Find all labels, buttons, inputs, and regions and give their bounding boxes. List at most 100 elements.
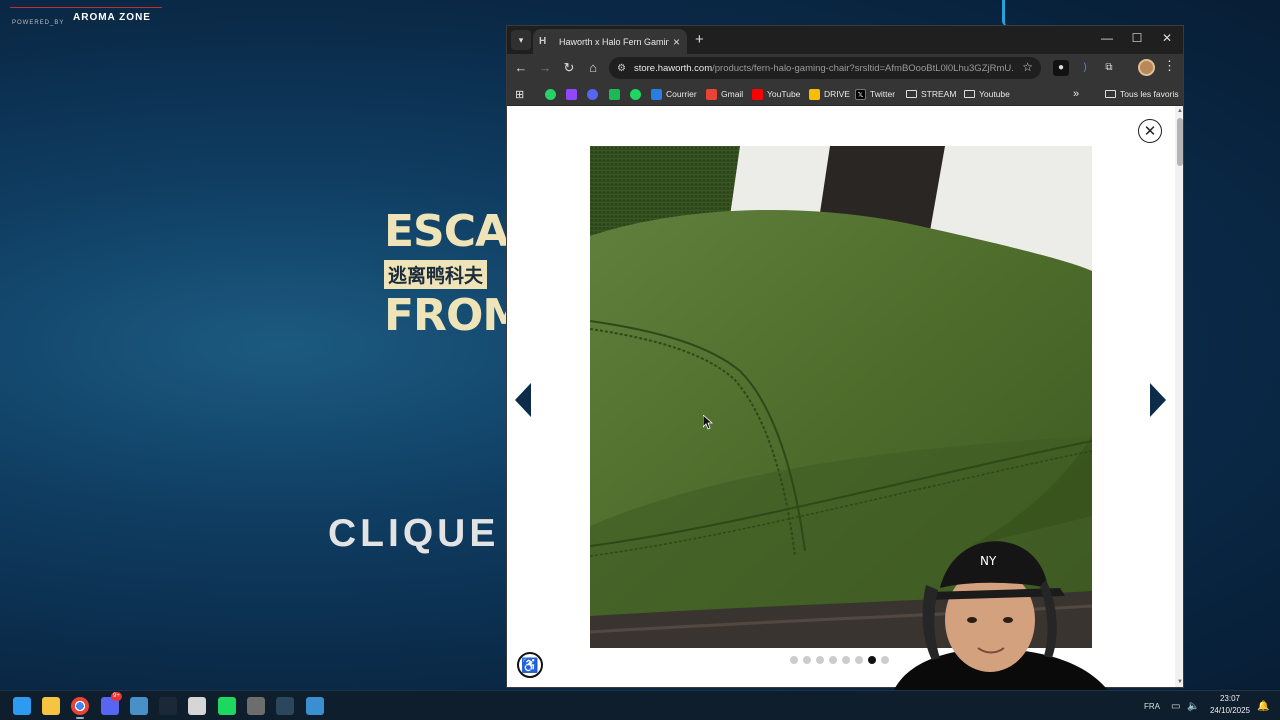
drive-icon	[809, 88, 820, 100]
folder-icon	[964, 90, 975, 98]
gallery-dot[interactable]	[842, 656, 850, 664]
folder-icon	[906, 90, 917, 98]
gmail-icon	[706, 88, 717, 100]
extension-1-icon[interactable]: ●	[1053, 60, 1069, 76]
calculator-icon[interactable]	[130, 697, 148, 715]
tab-haworth[interactable]: H Haworth x Halo Fern Gaming C ×	[533, 29, 687, 54]
language-indicator[interactable]: FRA	[1144, 691, 1160, 720]
bookmark-discord[interactable]	[587, 86, 602, 102]
steam-icon-2[interactable]	[276, 697, 294, 715]
tab-favicon-icon: H	[539, 36, 547, 47]
profile-avatar[interactable]	[1138, 59, 1155, 76]
site-info-icon[interactable]: ⚙	[617, 63, 626, 74]
bookmark-whatsapp[interactable]	[545, 86, 560, 102]
window-close-button[interactable]: ✕	[1157, 31, 1177, 45]
bookmark-twitter-label: Twitter	[870, 89, 896, 99]
bookmark-drive-label: DRIVE	[824, 89, 850, 99]
spotify-icon	[630, 88, 641, 100]
chevron-down-icon: ▾	[518, 34, 524, 45]
bookmark-drive[interactable]: DRIVE	[809, 86, 850, 102]
twitch-icon	[566, 88, 577, 100]
close-icon: ✕	[1143, 123, 1157, 140]
bookmark-folder-youtube[interactable]: Youtube	[964, 86, 1010, 102]
bookmarks-overflow-button[interactable]: »	[1073, 86, 1079, 102]
system-clock[interactable]: 23:07 24/10/2025	[1206, 693, 1254, 717]
sponsor-divider	[10, 7, 162, 8]
forward-button[interactable]: →	[536, 59, 554, 77]
bookmark-youtube[interactable]: YouTube	[752, 86, 800, 102]
tab-search-button[interactable]: ▾	[511, 30, 531, 50]
webcam-overlay: NY	[860, 530, 1125, 700]
scroll-down-arrow-icon[interactable]: ▼	[1176, 679, 1183, 685]
new-tab-button[interactable]: +	[695, 31, 704, 48]
x-icon: 𝕏	[855, 88, 866, 100]
windows-taskbar: 9+ FRA ▭ 🔈 23:07 24/10/2025 🔔	[0, 690, 1280, 720]
maximize-button[interactable]: ☐	[1127, 31, 1147, 45]
scrollbar-thumb[interactable]	[1177, 118, 1183, 166]
file-explorer-icon[interactable]	[42, 697, 60, 715]
close-modal-button[interactable]: ✕	[1138, 119, 1162, 143]
windows-start-icon[interactable]	[13, 697, 31, 715]
spotify-icon[interactable]	[218, 697, 236, 715]
sponsor-banner: POWERED_BY AROMA ZONE	[0, 4, 165, 30]
back-button[interactable]: ←	[512, 59, 530, 77]
tab-close-icon[interactable]: ×	[673, 35, 680, 49]
bookmark-gmail-label: Gmail	[721, 89, 744, 99]
bookmark-gmail[interactable]: Gmail	[706, 86, 743, 102]
url-text[interactable]: store.haworth.com/products/fern-halo-gam…	[634, 63, 1014, 74]
bookmark-youtube-label: YouTube	[767, 89, 801, 99]
bookmark-app[interactable]	[609, 86, 624, 102]
tab-strip: ▾ H Haworth x Halo Fern Gaming C × + — ☐…	[507, 26, 1183, 54]
mouse-cursor-icon	[703, 415, 713, 430]
bookmark-twitter[interactable]: 𝕏 Twitter	[855, 86, 895, 102]
gallery-dot[interactable]	[790, 656, 798, 664]
bookmark-star-icon[interactable]: ☆	[1022, 60, 1033, 74]
sponsor-powered-by: POWERED_BY	[12, 20, 65, 26]
browser-menu-icon[interactable]: ⋮	[1163, 58, 1176, 74]
clock-date: 24/10/2025	[1209, 706, 1251, 715]
bookmark-spotify[interactable]	[630, 86, 645, 102]
whatsapp-icon	[545, 88, 556, 100]
bookmarks-bar: ⊞ Courrier Gmail YouTube DRIVE 𝕏 Twitter …	[507, 82, 1183, 106]
extensions-puzzle-icon[interactable]: ⧉	[1101, 60, 1117, 76]
discord-icon	[587, 88, 598, 100]
home-button[interactable]: ⌂	[584, 59, 602, 77]
volume-icon[interactable]: 🔈	[1187, 691, 1199, 720]
apps-grid-icon[interactable]: ⊞	[515, 86, 524, 102]
bookmark-courrier[interactable]: Courrier	[651, 86, 697, 102]
bookmark-twitch[interactable]	[566, 86, 581, 102]
game-icon[interactable]	[306, 697, 324, 715]
svg-text:NY: NY	[980, 554, 997, 568]
sponsor-brand: AROMA ZONE	[73, 12, 151, 23]
steam-icon[interactable]	[159, 697, 177, 715]
previous-image-button[interactable]	[515, 383, 531, 417]
chrome-icon[interactable]	[71, 697, 89, 715]
gallery-dot[interactable]	[803, 656, 811, 664]
mail-icon	[651, 88, 662, 100]
game-title-line2: 逃离鸭科夫	[384, 260, 488, 289]
all-bookmarks-button[interactable]: Tous les favoris	[1105, 86, 1179, 102]
game-title-line1: ESCAPE	[384, 206, 506, 257]
minimize-button[interactable]: —	[1097, 31, 1117, 45]
page-scrollbar[interactable]: ▲ ▼	[1175, 106, 1183, 687]
obs-icon[interactable]	[247, 697, 265, 715]
extension-2-icon[interactable]: )	[1077, 60, 1093, 76]
next-image-button[interactable]	[1150, 383, 1166, 417]
url-path: /products/fern-halo-gaming-chair?srsltid…	[712, 62, 1014, 74]
accessibility-button[interactable]: ♿	[517, 652, 543, 678]
folder-icon	[1105, 90, 1116, 98]
top-accent-decoration	[1002, 0, 1012, 26]
all-bookmarks-label: Tous les favoris	[1120, 89, 1179, 99]
network-icon[interactable]: ▭	[1171, 691, 1180, 720]
gallery-dot[interactable]	[829, 656, 837, 664]
notification-icon[interactable]: 🔔	[1257, 691, 1269, 720]
address-bar[interactable]: ⚙ store.haworth.com/products/fern-halo-g…	[609, 57, 1041, 79]
reload-button[interactable]: ↻	[560, 59, 578, 77]
notepad-icon[interactable]	[188, 697, 206, 715]
scroll-up-arrow-icon[interactable]: ▲	[1176, 108, 1183, 114]
game-title-logo: ESCAPE 逃离鸭科夫 FROM	[384, 206, 506, 366]
gallery-dot[interactable]	[816, 656, 824, 664]
bookmark-folder-stream[interactable]: STREAM	[906, 86, 956, 102]
bookmark-youtube-folder-label: Youtube	[979, 89, 1010, 99]
url-host: store.haworth.com	[633, 62, 713, 74]
